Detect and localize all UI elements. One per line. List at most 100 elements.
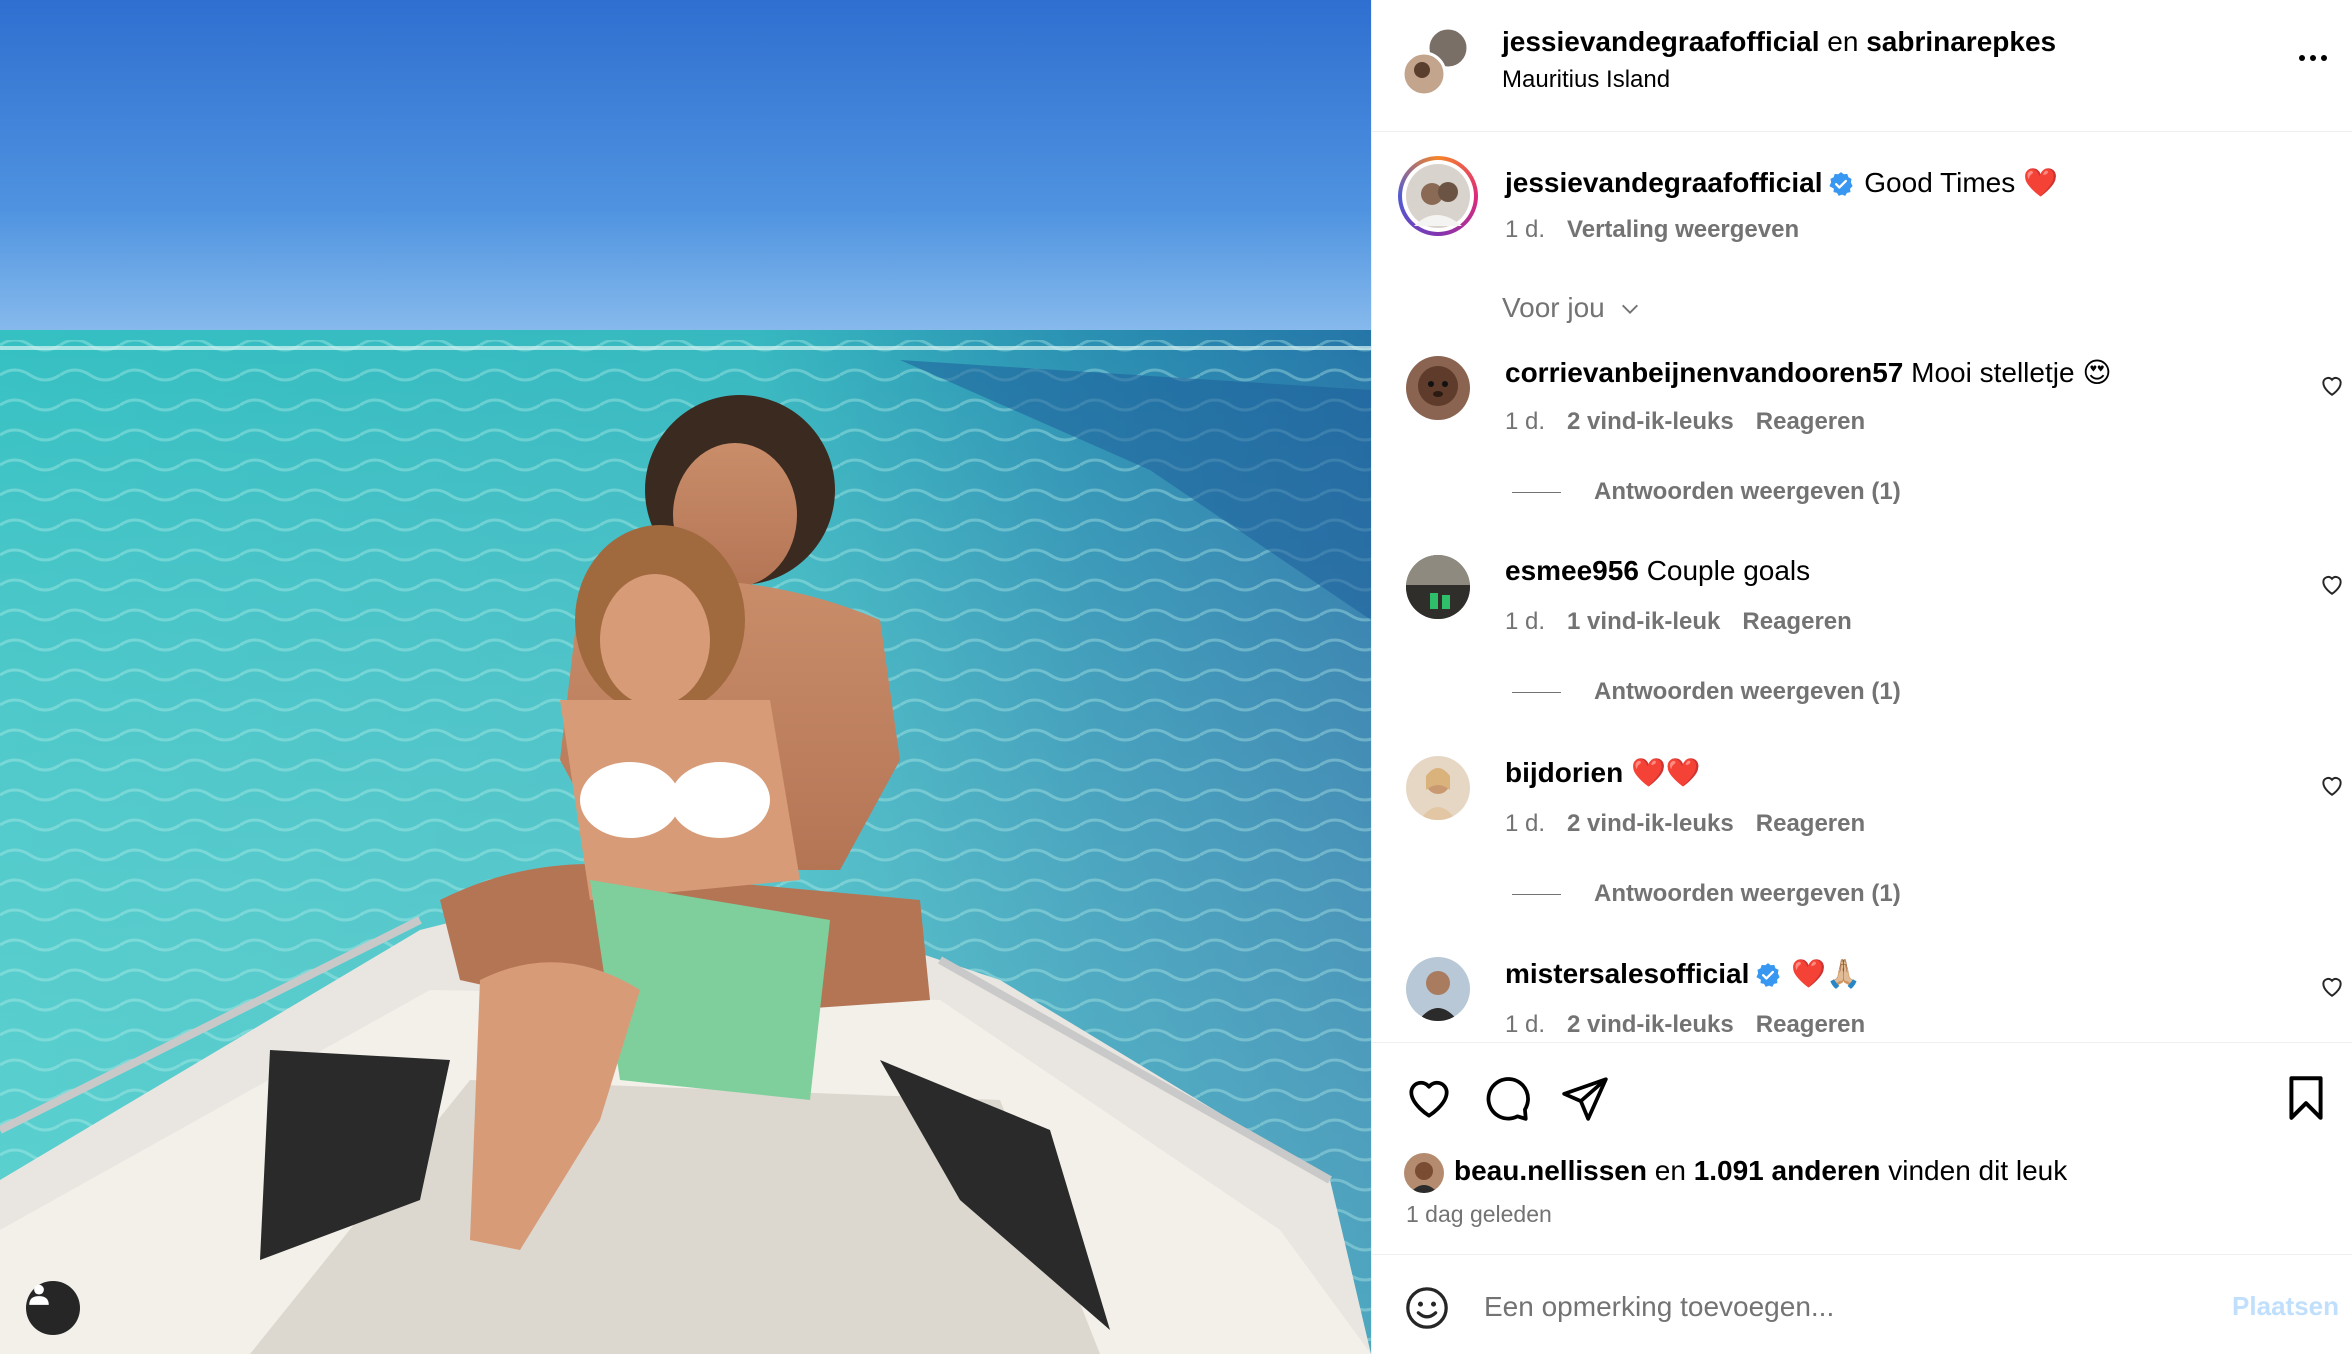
liker-avatar[interactable]: [1404, 1153, 1444, 1193]
comment-reply-button[interactable]: Reageren: [1756, 810, 1865, 837]
post-header: jessievandegraafofficial en sabrinarepke…: [1372, 0, 2352, 132]
comment-text: ❤️❤️: [1631, 757, 1701, 788]
for-you-label: Voor jou: [1502, 292, 1605, 323]
view-replies-button[interactable]: Antwoorden weergeven (1): [1512, 880, 1901, 908]
comment-avatar[interactable]: [1406, 356, 1470, 420]
collab-avatar-image: [1401, 26, 1470, 97]
view-replies-label: Antwoorden weergeven (1): [1594, 478, 1901, 505]
comment-body: esmee956 Couple goals: [1505, 555, 1810, 587]
comment-reply-button[interactable]: Reageren: [1742, 608, 1851, 635]
comment-meta: 1 d. 1 vind-ik-leuk Reageren: [1505, 608, 1874, 636]
comment-time[interactable]: 1 d.: [1505, 608, 1545, 635]
caption-meta: 1 d. Vertaling weergeven: [1505, 216, 1821, 244]
comment-avatar-image: [1420, 768, 1456, 820]
translate-link[interactable]: Vertaling weergeven: [1567, 216, 1799, 243]
header-author[interactable]: jessievandegraafofficial: [1502, 26, 1819, 57]
comment-avatar-image: [1406, 555, 1470, 619]
post-comment-button[interactable]: Plaatsen: [2232, 1291, 2339, 1322]
comment-meta: 1 d. 2 vind-ik-leuks Reageren: [1505, 408, 1887, 436]
like-heart-icon[interactable]: [1404, 1073, 1454, 1123]
comment-text: Mooi stelletje 😍: [1911, 357, 2112, 388]
comment-like-heart-icon[interactable]: [2319, 973, 2345, 999]
comment-text: ❤️🙏🏼: [1791, 958, 1861, 989]
comment-like-heart-icon[interactable]: [2319, 772, 2345, 798]
header-coauthor[interactable]: sabrinarepkes: [1866, 26, 2056, 57]
user-icon: [29, 1284, 49, 1305]
caption-avatar[interactable]: [1398, 156, 1478, 236]
comment-avatar-image: [1418, 971, 1458, 1021]
comment: mistersalesofficial ❤️🙏🏼 1 d. 2 vind-ik-l…: [1372, 953, 2352, 1042]
comment-avatar-image: [1418, 366, 1458, 406]
comment-avatar[interactable]: [1406, 756, 1470, 820]
share-send-icon[interactable]: [1560, 1073, 1610, 1123]
tagged-users-button[interactable]: [26, 1281, 80, 1335]
header-connector: en: [1827, 26, 1859, 57]
comment-avatar[interactable]: [1406, 555, 1470, 619]
header-authors: jessievandegraafofficial en sabrinarepke…: [1502, 26, 2056, 58]
comment: corrievanbeijnenvandooren57 Mooi stellet…: [1372, 350, 2352, 550]
likes-connector: en: [1654, 1155, 1686, 1186]
chevron-down-icon: [1621, 304, 1638, 314]
comment-body: corrievanbeijnenvandooren57 Mooi stellet…: [1505, 356, 2112, 389]
for-you-dropdown[interactable]: Voor jou: [1502, 292, 1641, 324]
comment-likes[interactable]: 2 vind-ik-leuks: [1567, 810, 1734, 837]
caption-avatar-image: [1406, 164, 1470, 228]
comment: esmee956 Couple goals 1 d. 1 vind-ik-leuk…: [1372, 551, 2352, 751]
posted-time[interactable]: 1 dag geleden: [1406, 1201, 1552, 1228]
more-options-button[interactable]: [2295, 48, 2331, 68]
comment-like-heart-icon[interactable]: [2319, 571, 2345, 597]
comment-likes[interactable]: 2 vind-ik-leuks: [1567, 408, 1734, 435]
more-dot: [2310, 55, 2316, 61]
comment-likes[interactable]: 2 vind-ik-leuks: [1567, 1011, 1734, 1038]
replies-line: [1512, 691, 1561, 693]
liker-username[interactable]: beau.nellissen: [1454, 1155, 1647, 1186]
comment-time[interactable]: 1 d.: [1505, 408, 1545, 435]
comment-input[interactable]: [1484, 1285, 2164, 1329]
post-actions: beau.nellissen en 1.091 anderen vinden d…: [1372, 1042, 2352, 1254]
likes-others-link[interactable]: 1.091 anderen: [1694, 1155, 1881, 1186]
view-replies-label: Antwoorden weergeven (1): [1594, 880, 1901, 907]
comment-reply-button[interactable]: Reageren: [1756, 1011, 1865, 1038]
collab-avatar[interactable]: [1401, 26, 1472, 97]
comment-reply-button[interactable]: Reageren: [1756, 408, 1865, 435]
comment-bubble-icon[interactable]: [1482, 1073, 1532, 1123]
emoji-smiley-icon[interactable]: [1404, 1285, 1450, 1331]
replies-line: [1512, 893, 1561, 895]
comment-username[interactable]: bijdorien: [1505, 757, 1623, 788]
caption-time[interactable]: 1 d.: [1505, 216, 1545, 243]
post-photo[interactable]: [0, 0, 1371, 1354]
header-location[interactable]: Mauritius Island: [1502, 66, 1670, 94]
caption-line: jessievandegraafofficial Good Times ❤️: [1505, 166, 2058, 199]
caption-username[interactable]: jessievandegraafofficial: [1505, 167, 1822, 198]
comment-body: mistersalesofficial ❤️🙏🏼: [1505, 957, 1861, 990]
comment-likes[interactable]: 1 vind-ik-leuk: [1567, 608, 1720, 635]
likes-suffix: vinden dit leuk: [1888, 1155, 2068, 1186]
view-replies-button[interactable]: Antwoorden weergeven (1): [1512, 478, 1901, 506]
replies-line: [1512, 491, 1561, 493]
comment-meta: 1 d. 2 vind-ik-leuks Reageren: [1505, 1011, 1887, 1039]
add-comment-bar: Plaatsen: [1372, 1254, 2352, 1354]
comment-time[interactable]: 1 d.: [1505, 1011, 1545, 1038]
comment-meta: 1 d. 2 vind-ik-leuks Reageren: [1505, 810, 1887, 838]
comment-text: Couple goals: [1646, 555, 1811, 586]
comment-like-heart-icon[interactable]: [2319, 372, 2345, 398]
comment-body: bijdorien ❤️❤️: [1505, 756, 1701, 789]
comment-username[interactable]: mistersalesofficial: [1505, 958, 1749, 989]
verified-badge-icon: [1756, 963, 1780, 987]
beach-boat-photo: [0, 0, 1371, 1354]
comment-avatar[interactable]: [1406, 957, 1470, 1021]
view-replies-label: Antwoorden weergeven (1): [1594, 678, 1901, 705]
comment-username[interactable]: corrievanbeijnenvandooren57: [1505, 357, 1903, 388]
view-replies-button[interactable]: Antwoorden weergeven (1): [1512, 678, 1901, 706]
bookmark-save-icon[interactable]: [2281, 1073, 2331, 1123]
likes-summary: beau.nellissen en 1.091 anderen vinden d…: [1454, 1155, 2067, 1187]
comment-time[interactable]: 1 d.: [1505, 810, 1545, 837]
caption-text: Good Times ❤️: [1864, 167, 2058, 198]
comment-username[interactable]: esmee956: [1505, 555, 1639, 586]
verified-badge-icon: [1829, 172, 1854, 196]
more-dot: [2321, 55, 2327, 61]
more-horizontal-icon: [2299, 55, 2305, 61]
comment: bijdorien ❤️❤️ 1 d. 2 vind-ik-leuks Reager…: [1372, 752, 2352, 952]
liker-avatar-image: [1410, 1162, 1438, 1193]
post-sidebar: jessievandegraafofficial en sabrinarepke…: [1371, 0, 2352, 1354]
